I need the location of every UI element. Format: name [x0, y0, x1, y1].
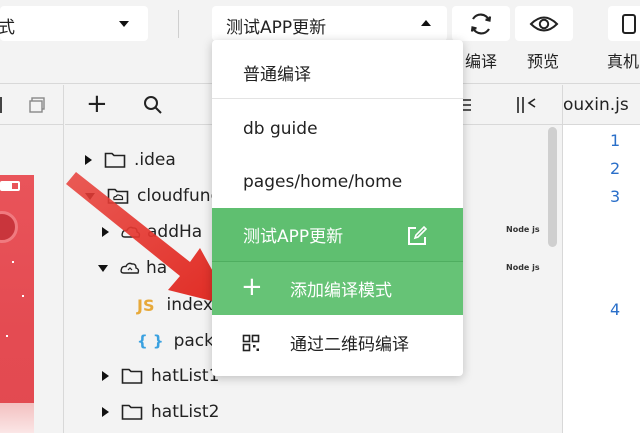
simulator-header [0, 85, 64, 125]
caret-right-icon [102, 371, 109, 381]
folder-icon [121, 404, 143, 420]
tree-item-label: hatList1 [151, 366, 220, 386]
mode-select-value: 式 [0, 18, 15, 38]
line-number: 3 [610, 187, 621, 206]
tree-item-label: pack [173, 331, 214, 351]
tree-item-idea[interactable]: .idea [85, 145, 176, 175]
qrcode-icon [242, 334, 260, 352]
dropdown-item-label: db guide [243, 118, 318, 139]
compile-mode-dropdown: 普通编译 db guide pages/home/home 测试APP更新 + … [212, 40, 463, 376]
tree-item-package-json[interactable]: { } pack [137, 326, 214, 356]
search-icon[interactable] [143, 95, 163, 115]
dropdown-item-test-app-update[interactable]: 测试APP更新 [212, 208, 463, 261]
collapse-panel-icon[interactable] [515, 95, 539, 115]
caret-down-icon [98, 264, 108, 272]
cloud-function-icon [121, 226, 141, 238]
cloud-function-icon [120, 262, 140, 274]
tree-item-label: hatList2 [151, 402, 220, 422]
caret-down-icon [85, 192, 95, 200]
add-file-icon[interactable]: + [86, 89, 108, 119]
compile-label: 编译 [465, 52, 498, 71]
window-icon[interactable] [28, 96, 46, 114]
tree-item-hatList2[interactable]: hatList2 [102, 397, 219, 427]
line-number: 4 [610, 300, 621, 319]
nodejs-badge: Node js [506, 225, 540, 234]
simulator-panel [0, 85, 64, 433]
dropdown-item-label: pages/home/home [243, 171, 403, 192]
tree-item-index-js[interactable]: JS index [137, 290, 213, 320]
line-number: 1 [610, 131, 621, 150]
devtools-window: 式 测试APP更新 编译 预览 真机 + .idea cloudfunc add… [0, 0, 640, 433]
tree-item-cloudfunctions[interactable]: cloudfunc [85, 181, 220, 211]
tree-item-label: .idea [134, 150, 176, 170]
caret-right-icon [85, 155, 92, 165]
compile-button[interactable] [452, 6, 510, 41]
explorer-scrollbar[interactable] [548, 127, 557, 247]
compile-mode-select[interactable]: 测试APP更新 [212, 6, 447, 41]
tree-item-hat[interactable]: ha [98, 253, 167, 283]
refresh-icon [470, 13, 492, 34]
avatar [0, 211, 18, 243]
caret-right-icon [102, 227, 109, 237]
compile-mode-value: 测试APP更新 [226, 18, 327, 38]
preview-button[interactable] [515, 6, 573, 41]
dropdown-item-pages-home[interactable]: pages/home/home [212, 155, 463, 208]
simulator-footer-art [0, 403, 34, 433]
battery-icon [0, 181, 20, 191]
dropdown-item-label: 通过二维码编译 [290, 335, 409, 355]
dropdown-item-label: 普通编译 [243, 65, 311, 85]
device-label: 真机 [607, 52, 640, 71]
chevron-up-icon [421, 20, 431, 26]
dropdown-item-normal-compile[interactable]: 普通编译 [212, 46, 463, 99]
mode-select[interactable]: 式 [0, 6, 148, 41]
phone-icon [622, 13, 636, 34]
tree-item-label: ha [146, 258, 168, 278]
simulator-screen[interactable] [0, 175, 34, 433]
code-editor[interactable]: ouxin.js 1 2 3 4 [562, 85, 640, 433]
tree-item-label: cloudfunc [137, 186, 220, 206]
folder-icon [121, 368, 143, 384]
dropdown-item-label: 添加编译模式 [290, 281, 392, 301]
chevron-down-icon [119, 21, 129, 27]
tree-item-addHat[interactable]: addHa [102, 217, 202, 247]
real-device-button[interactable] [608, 6, 640, 41]
tree-item-label: addHa [147, 222, 203, 242]
caret-right-icon [102, 407, 109, 417]
panel-edge-icon [0, 97, 2, 113]
toolbar-divider [178, 10, 179, 38]
nodejs-badge: Node js [506, 263, 540, 272]
plus-icon: + [241, 272, 263, 302]
preview-label: 预览 [527, 52, 560, 71]
dropdown-item-db-guide[interactable]: db guide [212, 102, 463, 155]
cloud-folder-icon [107, 188, 129, 204]
dropdown-item-label: 测试APP更新 [243, 227, 344, 247]
json-file-icon: { } [137, 332, 164, 350]
editor-tab[interactable]: ouxin.js [563, 95, 629, 115]
folder-icon [104, 152, 126, 168]
editor-tab-bar: ouxin.js [563, 85, 640, 125]
dropdown-item-qrcode-compile[interactable]: 通过二维码编译 [212, 316, 463, 369]
tree-item-label: index [166, 295, 213, 315]
line-number: 2 [610, 159, 621, 178]
edit-icon[interactable] [406, 225, 428, 247]
tree-item-hatList1[interactable]: hatList1 [102, 361, 219, 391]
dropdown-divider [212, 98, 463, 99]
js-file-icon: JS [137, 295, 155, 315]
dropdown-item-add-compile-mode[interactable]: + 添加编译模式 [212, 262, 463, 315]
eye-icon [529, 16, 559, 31]
